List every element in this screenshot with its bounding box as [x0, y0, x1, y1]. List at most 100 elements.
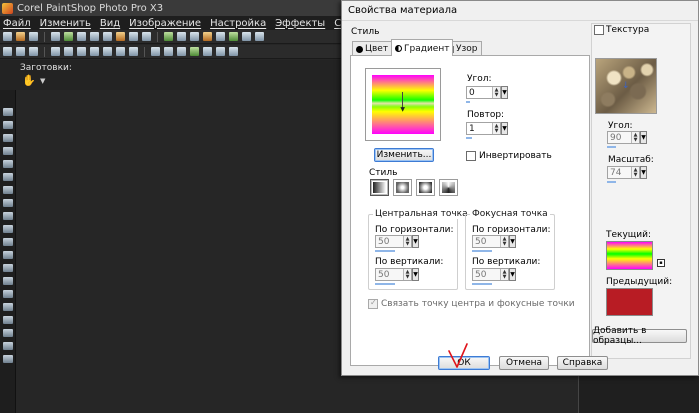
materials-palette-icon[interactable] — [255, 32, 264, 41]
spin-arrows-icon[interactable]: ▲ ▼ — [403, 236, 411, 247]
center-horizontal-spinbox[interactable]: 50 ▲ ▼ — [375, 235, 412, 248]
align-center-icon[interactable] — [77, 47, 86, 56]
redo-icon[interactable] — [103, 32, 112, 41]
undo-icon[interactable] — [90, 32, 99, 41]
menu-file[interactable]: Файл — [3, 18, 31, 29]
eraser-tool-icon[interactable] — [3, 277, 13, 285]
lighten-darken-icon[interactable] — [3, 264, 13, 272]
gradient-preview[interactable]: ▼ — [365, 68, 441, 141]
make-same-size-icon[interactable] — [177, 47, 186, 56]
cancel-button[interactable]: Отмена — [499, 356, 549, 370]
flood-fill-icon[interactable] — [3, 290, 13, 298]
red-eye-tool-icon[interactable] — [3, 199, 13, 207]
select-all-icon[interactable] — [3, 47, 12, 56]
center-horizontal-dropdown[interactable]: ▼ — [412, 235, 419, 248]
palette-icon[interactable] — [177, 32, 186, 41]
invert-checkbox[interactable] — [466, 151, 476, 161]
angle-dropdown-button[interactable]: ▼ — [501, 86, 508, 99]
repeat-dropdown-button[interactable]: ▼ — [501, 122, 508, 135]
add-to-swatches-button[interactable]: Добавить в образцы... — [592, 326, 687, 346]
print-icon[interactable] — [51, 32, 60, 41]
texture-angle-dropdown[interactable]: ▼ — [640, 131, 647, 144]
brush-variance-icon[interactable] — [203, 32, 212, 41]
spin-arrows-icon[interactable]: ▲ ▼ — [500, 269, 508, 280]
pen-tool-icon[interactable] — [3, 329, 13, 337]
focal-horizontal-dropdown[interactable]: ▼ — [509, 235, 516, 248]
straighten-tool-icon[interactable] — [3, 186, 13, 194]
rotate-icon[interactable] — [216, 47, 225, 56]
crop-icon[interactable] — [129, 32, 138, 41]
sunburst-style-button[interactable] — [416, 179, 435, 196]
spin-arrows-icon[interactable]: ▲ ▼ — [492, 123, 500, 134]
menu-edit[interactable]: Изменить — [40, 18, 91, 29]
align-middle-icon[interactable] — [116, 47, 125, 56]
link-points-checkbox[interactable]: ✓ — [368, 298, 378, 309]
texture-thumbnail[interactable]: ↓ — [595, 58, 657, 114]
new-file-icon[interactable] — [3, 32, 12, 41]
preset-shape-icon[interactable] — [3, 316, 13, 324]
menu-view[interactable]: Вид — [100, 18, 120, 29]
paint-brush-icon[interactable] — [3, 238, 13, 246]
ok-button[interactable]: ОК — [438, 356, 490, 370]
texture-scale-spinbox[interactable]: 74 ▲ ▼ — [607, 166, 640, 179]
histogram-icon[interactable] — [216, 32, 225, 41]
magic-wand-icon[interactable] — [3, 147, 13, 155]
edit-gradient-button[interactable]: Изменить... — [374, 148, 434, 162]
radial-style-button[interactable] — [439, 179, 458, 196]
spin-arrows-icon[interactable]: ▲ ▼ — [631, 167, 639, 178]
arrange-icon[interactable] — [51, 47, 60, 56]
menu-effects[interactable]: Эффекты — [275, 18, 325, 29]
swap-materials-icon[interactable]: ▪ — [657, 259, 665, 267]
focal-vertical-slider[interactable] — [472, 283, 492, 285]
repeat-spinbox[interactable]: 1 ▲ ▼ — [466, 122, 501, 135]
overview-icon[interactable] — [229, 32, 238, 41]
linear-style-button[interactable] — [370, 179, 389, 196]
menu-adjust[interactable]: Настройка — [210, 18, 266, 29]
grid-icon[interactable] — [77, 32, 86, 41]
align-top-icon[interactable] — [103, 47, 112, 56]
invert-selection-icon[interactable] — [29, 47, 38, 56]
center-vertical-dropdown[interactable]: ▼ — [412, 268, 419, 281]
move-tool-icon[interactable] — [3, 121, 13, 129]
browser-icon[interactable] — [164, 32, 173, 41]
layers-palette-icon[interactable] — [242, 32, 251, 41]
focal-horizontal-slider[interactable] — [472, 250, 492, 252]
ungroup-icon[interactable] — [203, 47, 212, 56]
angle-slider[interactable] — [466, 101, 470, 103]
texture-scale-slider[interactable] — [607, 181, 616, 183]
spin-arrows-icon[interactable]: ▲ ▼ — [403, 269, 411, 280]
center-horizontal-slider[interactable] — [375, 250, 395, 252]
texture-checkbox[interactable] — [594, 25, 604, 35]
rectangular-style-button[interactable] — [393, 179, 412, 196]
focal-horizontal-spinbox[interactable]: 50 ▲ ▼ — [472, 235, 509, 248]
mesh-warp-icon[interactable] — [3, 355, 13, 363]
mixer-icon[interactable] — [190, 32, 199, 41]
focal-vertical-dropdown[interactable]: ▼ — [509, 268, 516, 281]
history-icon[interactable] — [116, 32, 125, 41]
repeat-slider[interactable] — [466, 137, 472, 139]
image-icon[interactable] — [64, 32, 73, 41]
makeover-tool-icon[interactable] — [3, 212, 13, 220]
angle-spinbox[interactable]: 0 ▲ ▼ — [466, 86, 501, 99]
previous-material-swatch[interactable] — [606, 288, 653, 316]
presets-dropdown-icon[interactable]: ▼ — [40, 77, 45, 85]
tab-gradient[interactable]: Градиент — [391, 39, 454, 56]
deselect-icon[interactable] — [16, 47, 25, 56]
pan-hand-icon[interactable]: ✋ — [22, 75, 36, 87]
help-button[interactable]: Справка — [557, 356, 608, 370]
align-bottom-icon[interactable] — [129, 47, 138, 56]
align-right-icon[interactable] — [90, 47, 99, 56]
save-icon[interactable] — [29, 32, 38, 41]
center-vertical-spinbox[interactable]: 50 ▲ ▼ — [375, 268, 412, 281]
spin-arrows-icon[interactable]: ▲ ▼ — [500, 236, 508, 247]
align-left-icon[interactable] — [64, 47, 73, 56]
spin-arrows-icon[interactable]: ▲ ▼ — [492, 87, 500, 98]
resize-icon[interactable] — [142, 32, 151, 41]
space-evenly-icon[interactable] — [164, 47, 173, 56]
focal-vertical-spinbox[interactable]: 50 ▲ ▼ — [472, 268, 509, 281]
open-file-icon[interactable] — [16, 32, 25, 41]
airbrush-icon[interactable] — [3, 251, 13, 259]
crop-tool-icon[interactable] — [3, 173, 13, 181]
distribute-icon[interactable] — [151, 47, 160, 56]
clone-brush-icon[interactable] — [3, 225, 13, 233]
